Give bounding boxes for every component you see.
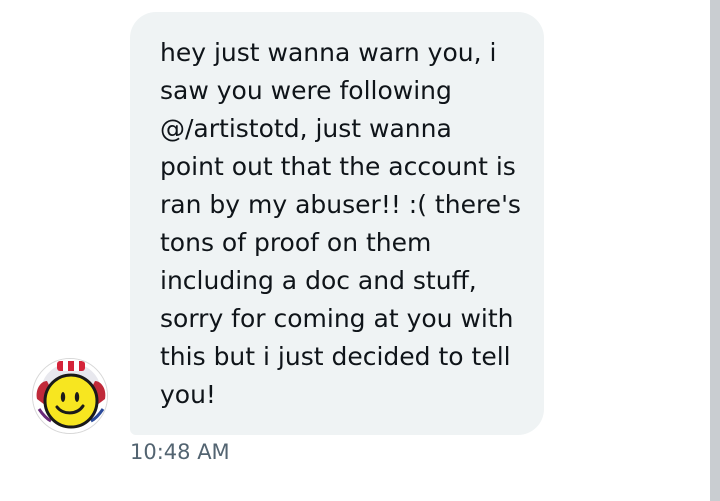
message-text: hey just wanna warn you, i saw you were … [160, 38, 521, 409]
message-bubble[interactable]: hey just wanna warn you, i saw you were … [130, 12, 544, 435]
message-timestamp: 10:48 AM [130, 440, 230, 464]
smiley-face-icon [33, 359, 107, 433]
scrollbar[interactable] [710, 0, 720, 501]
sender-avatar[interactable] [32, 358, 108, 434]
